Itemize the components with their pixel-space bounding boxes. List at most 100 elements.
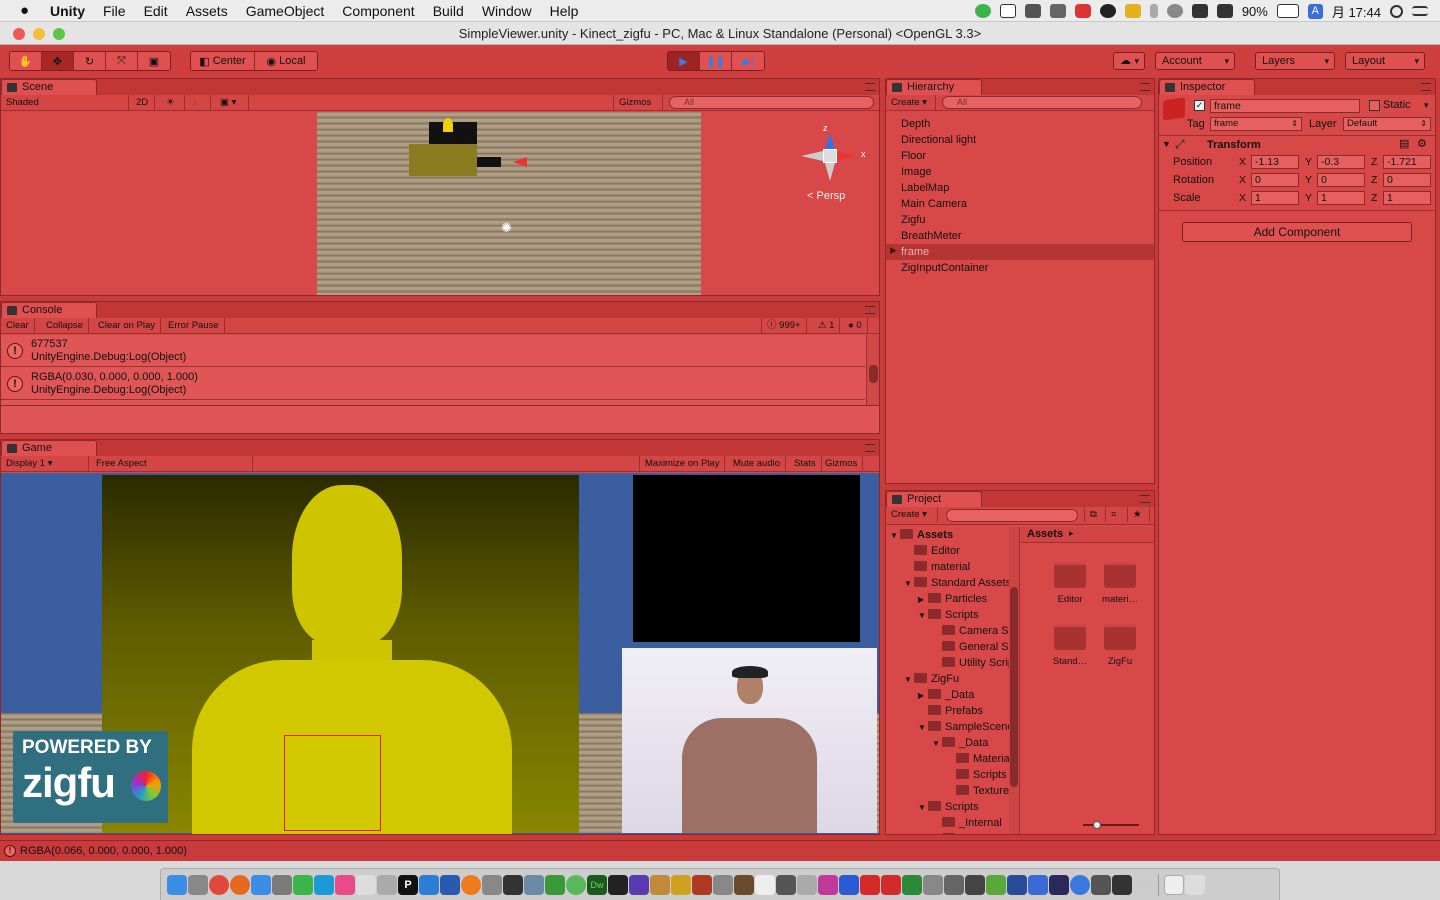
console-log-list[interactable]: ! 677537 UnityEngine.Debug:Log(Object) !… — [1, 335, 879, 405]
word-icon[interactable] — [839, 874, 859, 895]
hierarchy-item[interactable]: Directional light — [901, 132, 976, 148]
bluetooth-icon[interactable] — [1149, 4, 1158, 18]
scene-search-input[interactable]: All — [669, 96, 874, 109]
tree-expand-arrow-icon[interactable]: ▼ — [918, 720, 928, 736]
tab-game[interactable]: Game — [1, 440, 97, 456]
orientation-gizmo[interactable]: z x < Persp — [797, 123, 867, 207]
persp-label[interactable]: < Persp — [807, 190, 845, 202]
asset-label[interactable]: Stand… — [1042, 656, 1098, 667]
hierarchy-item[interactable]: Floor — [901, 148, 926, 164]
tree-item[interactable]: ▼ Scripts — [918, 799, 1014, 816]
tree-item[interactable]: ▼ Assets — [890, 527, 1014, 544]
console-scrollbar[interactable] — [866, 335, 879, 405]
panel-menu-icon[interactable] — [1140, 83, 1150, 91]
status-bar[interactable]: ! RGBA(0.066, 0.000, 0.000, 1.000) — [0, 840, 1440, 861]
folder-icon[interactable] — [1104, 624, 1136, 650]
tree-item[interactable]: material — [904, 559, 1014, 575]
tree-item[interactable]: ▼ _Data — [932, 735, 1014, 752]
tab-hierarchy[interactable]: Hierarchy — [886, 79, 982, 95]
active-checkbox[interactable]: ✓ — [1194, 100, 1205, 111]
tree-expand-arrow-icon[interactable]: ▶ — [918, 688, 928, 704]
blender-icon[interactable] — [461, 874, 481, 895]
folder-icon[interactable] — [1054, 562, 1086, 588]
pivot-local-button[interactable]: ◉ Local — [255, 52, 317, 70]
console-error-pause-button[interactable]: Error Pause — [163, 318, 225, 333]
tree-item[interactable]: Prefabs — [918, 703, 1014, 719]
spotlight-search-icon[interactable] — [1390, 4, 1403, 18]
icon-size-slider[interactable] — [1083, 821, 1139, 829]
tree-item[interactable]: Camera Scr — [932, 623, 1014, 639]
wifi-icon[interactable] — [1191, 4, 1208, 18]
scale-y-field[interactable]: 1 — [1317, 191, 1365, 205]
layout-dropdown[interactable]: Layout — [1345, 52, 1425, 70]
transform-component-title[interactable]: Transform — [1207, 139, 1261, 151]
account-dropdown[interactable]: Account — [1155, 52, 1235, 70]
tab-project[interactable]: Project — [886, 491, 982, 507]
tab-scene[interactable]: Scene — [1, 79, 97, 95]
asset-label[interactable]: Editor — [1042, 594, 1098, 605]
menu-app-name[interactable]: Unity — [50, 3, 85, 19]
console-error-filter[interactable]: ● 0 — [843, 318, 868, 333]
powerpoint-icon[interactable] — [860, 874, 880, 895]
hierarchy-search-input[interactable]: All — [942, 96, 1142, 109]
rotate-tool-button[interactable]: ↻ — [74, 52, 106, 70]
gizmo-center-cube[interactable] — [823, 149, 837, 163]
app-icon[interactable] — [776, 874, 796, 895]
hierarchy-item[interactable]: BreathMeter — [901, 228, 962, 244]
gizmo-neg-x-arrow[interactable] — [801, 151, 823, 161]
rotation-z-field[interactable]: 0 — [1383, 173, 1431, 187]
rotation-x-field[interactable]: 0 — [1251, 173, 1299, 187]
app-icon[interactable] — [1049, 874, 1069, 895]
panel-menu-icon[interactable] — [1140, 495, 1150, 503]
hierarchy-item[interactable]: Depth — [901, 116, 930, 132]
gizmo-x-arrow[interactable] — [837, 151, 855, 161]
filter-label-button[interactable]: ⌗ — [1106, 507, 1128, 522]
app-status-icon[interactable] — [1074, 4, 1091, 18]
app-store-icon[interactable] — [251, 874, 271, 895]
stats-toggle[interactable]: Stats — [789, 456, 822, 471]
tree-scroll-thumb[interactable] — [1010, 587, 1018, 787]
filter-type-button[interactable]: ⧉ — [1084, 507, 1106, 522]
panel-menu-icon[interactable] — [865, 306, 875, 314]
console-log-filter[interactable]: ⓘ 999+ — [761, 318, 807, 333]
line-icon[interactable] — [974, 4, 991, 18]
quicktime-icon[interactable] — [1070, 874, 1090, 895]
maximize-on-play-toggle[interactable]: Maximize on Play — [639, 456, 726, 471]
volume-icon[interactable] — [1216, 4, 1233, 18]
app-icon[interactable] — [524, 874, 544, 895]
project-folder-tree[interactable]: ▼ Assets Editor material ▼ Standard Assets ▶ Pa… — [886, 527, 1020, 834]
console-detail-area[interactable] — [1, 405, 879, 433]
drive-icon[interactable] — [1049, 4, 1066, 18]
move-gizmo-y[interactable] — [443, 118, 453, 132]
tree-item[interactable]: Scripts — [946, 767, 1014, 783]
tree-item[interactable]: Utility Scrip — [932, 655, 1014, 671]
console-entry[interactable]: ! RGBA(0.030, 0.000, 0.000, 1.000) Unity… — [1, 368, 865, 400]
favorites-button[interactable]: ★ — [1128, 507, 1150, 522]
android-studio-icon[interactable] — [986, 874, 1006, 895]
project-create-dropdown[interactable]: Create ▾ — [886, 507, 938, 522]
tree-item[interactable]: ▼ SampleScenes — [918, 719, 1014, 736]
hierarchy-create-dropdown[interactable]: Create ▾ — [886, 95, 936, 110]
scene-gizmos-dropdown[interactable]: Gizmos — [613, 95, 663, 110]
rotation-y-field[interactable]: 0 — [1317, 173, 1365, 187]
app-icon[interactable] — [818, 874, 838, 895]
transform-foldout-arrow[interactable]: ▼ — [1162, 139, 1171, 149]
menu-assets[interactable]: Assets — [186, 3, 228, 19]
line-app-icon[interactable] — [293, 874, 313, 895]
app-icon[interactable] — [671, 874, 691, 895]
position-z-field[interactable]: -1.721 — [1383, 155, 1431, 169]
tree-item[interactable]: Materials — [946, 751, 1014, 767]
help-book-icon[interactable]: ▤ — [1399, 137, 1409, 150]
app-icon[interactable] — [713, 874, 733, 895]
gizmo-neg-y-arrow[interactable] — [825, 163, 835, 181]
scale-z-field[interactable]: 1 — [1383, 191, 1431, 205]
notification-center-icon[interactable] — [1412, 6, 1428, 16]
minimize-window-button[interactable] — [33, 28, 45, 40]
app-icon[interactable] — [650, 874, 670, 895]
tree-item[interactable]: UISessionC — [932, 831, 1014, 834]
tree-item[interactable]: Editor — [904, 543, 1014, 559]
console-clear-on-play-button[interactable]: Clear on Play — [93, 318, 162, 333]
shading-mode-dropdown[interactable]: Shaded — [1, 95, 129, 110]
app-icon[interactable] — [629, 874, 649, 895]
terminal-icon[interactable] — [608, 874, 628, 895]
